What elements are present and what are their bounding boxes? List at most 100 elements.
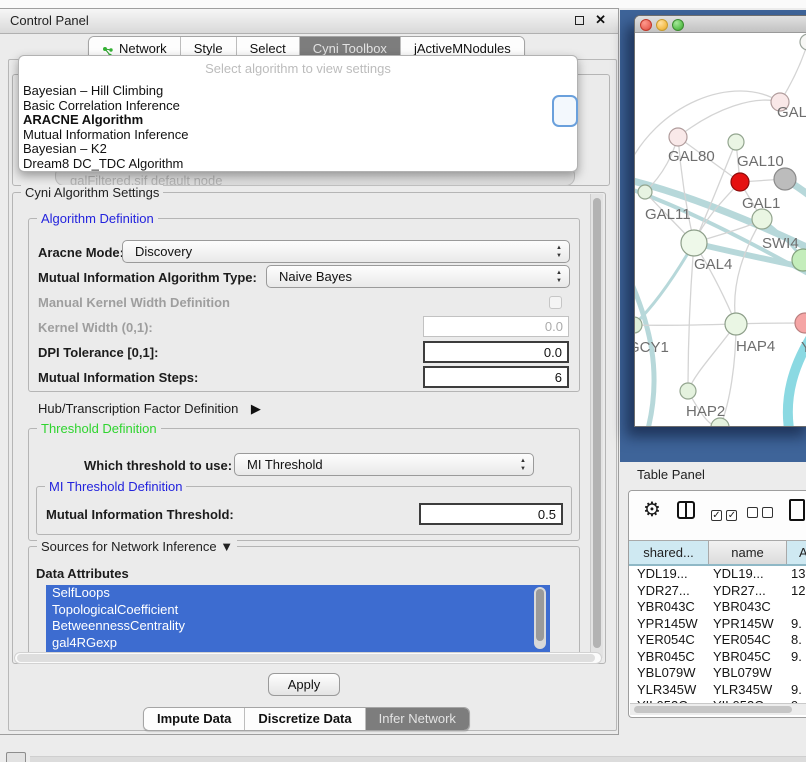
mi-threshold-group-title: MI Threshold Definition xyxy=(45,479,186,494)
attribute-item[interactable]: BetweennessCentrality xyxy=(46,618,550,635)
split-columns-icon[interactable] xyxy=(677,501,695,519)
tab-impute-data[interactable]: Impute Data xyxy=(144,708,244,730)
network-node[interactable] xyxy=(731,173,749,191)
algorithm-option[interactable]: Dream8 DC_TDC Algorithm xyxy=(21,157,577,172)
attributes-scrollbar-thumb[interactable] xyxy=(536,589,544,641)
dpi-tolerance-field[interactable]: 0.0 xyxy=(423,341,569,363)
network-node[interactable] xyxy=(725,313,747,335)
table-cell: YDR27... xyxy=(637,583,690,598)
network-node[interactable] xyxy=(752,209,772,229)
network-edge[interactable] xyxy=(735,219,762,324)
float-icon[interactable] xyxy=(575,16,584,25)
settings-scrollbar-thumb[interactable] xyxy=(593,198,601,648)
table-hscrollbar-track[interactable] xyxy=(630,703,806,715)
attributes-scrollbar-track[interactable] xyxy=(534,587,546,649)
node-label: GAL1 xyxy=(742,195,780,212)
hub-tf-definition-toggle[interactable]: Hub/Transcription Factor Definition ▶ xyxy=(38,400,261,418)
gear-icon[interactable]: ⚙ xyxy=(643,500,661,520)
table-row[interactable]: YBR045CYBR045C9. xyxy=(629,649,806,666)
mi-type-combo[interactable]: Naive Bayes ▲▼ xyxy=(266,265,570,288)
network-node[interactable] xyxy=(638,185,652,199)
control-panel-titlebar[interactable]: Control Panel ✕ xyxy=(0,9,618,34)
zoom-traffic-light[interactable] xyxy=(672,19,684,31)
collapse-arrow-icon[interactable]: ▼ xyxy=(220,539,233,554)
settings-scrollbar-track[interactable] xyxy=(590,194,603,658)
algorithm-option[interactable]: Mutual Information Inference xyxy=(21,128,577,143)
function-builder-icon[interactable] xyxy=(789,499,805,521)
settings-hscrollbar-track[interactable] xyxy=(14,652,602,664)
deselect-all-columns-icon[interactable] xyxy=(747,505,773,523)
algorithm-definition-title: Algorithm Definition xyxy=(37,211,158,226)
aracne-mode-label: Aracne Mode: xyxy=(38,245,124,260)
threshold-definition-title: Threshold Definition xyxy=(37,421,161,436)
network-edge[interactable] xyxy=(688,324,736,391)
attribute-item[interactable]: TopologicalCoefficient xyxy=(46,602,550,619)
minimize-traffic-light[interactable] xyxy=(656,19,668,31)
table-row[interactable]: YLR345WYLR345W9. xyxy=(629,682,806,699)
mi-type-value: Naive Bayes xyxy=(279,269,352,284)
network-node[interactable] xyxy=(795,313,806,333)
close-icon[interactable]: ✕ xyxy=(595,12,606,28)
table-hscrollbar-thumb[interactable] xyxy=(634,706,792,713)
attribute-item[interactable]: SelfLoops xyxy=(46,585,550,602)
close-traffic-light[interactable] xyxy=(640,19,652,31)
data-attributes-list: SelfLoops TopologicalCoefficient Between… xyxy=(46,585,550,652)
which-threshold-combo[interactable]: MI Threshold ▲▼ xyxy=(234,453,534,476)
table-row[interactable]: YDL19...YDL19...13 xyxy=(629,566,806,583)
manual-kernel-checkbox[interactable] xyxy=(549,296,562,309)
algorithm-option[interactable]: Bayesian – Hill Climbing xyxy=(21,84,577,99)
settings-hscrollbar-thumb[interactable] xyxy=(17,654,595,662)
network-edge[interactable] xyxy=(678,100,780,137)
column-header-name[interactable]: name xyxy=(709,541,787,564)
attribute-item[interactable]: gal4RGexp xyxy=(46,635,550,652)
control-panel-title: Control Panel xyxy=(10,13,89,28)
apply-button[interactable]: Apply xyxy=(268,673,340,696)
screen: { "control_panel": { "title": "Control P… xyxy=(0,0,806,762)
table-cell: 12 xyxy=(791,583,805,598)
network-window-titlebar[interactable] xyxy=(635,16,806,33)
bottom-strip xyxy=(30,756,806,762)
sources-title[interactable]: Sources for Network Inference ▼ xyxy=(37,539,237,554)
expand-arrow-icon[interactable]: ▶ xyxy=(251,401,261,416)
aracne-mode-combo[interactable]: Discovery ▲▼ xyxy=(122,240,570,263)
network-node[interactable] xyxy=(669,128,687,146)
network-edge[interactable] xyxy=(780,42,806,102)
hub-tf-label: Hub/Transcription Factor Definition xyxy=(38,401,238,416)
table-row[interactable]: YBR043CYBR043C xyxy=(629,599,806,616)
network-node[interactable] xyxy=(728,134,744,150)
network-node[interactable] xyxy=(681,230,707,256)
table-cell: YDL19... xyxy=(713,566,764,581)
bottom-tabs: Impute Data Discretize Data Infer Networ… xyxy=(143,707,470,731)
mi-type-label: Mutual Information Algorithm Type: xyxy=(38,270,257,285)
network-node[interactable] xyxy=(800,34,806,50)
network-node[interactable] xyxy=(774,168,796,190)
table-cell: YBR045C xyxy=(713,649,771,664)
algorithm-option[interactable]: Basic Correlation Inference xyxy=(21,99,577,114)
kernel-width-field[interactable]: 0.0 xyxy=(423,316,569,337)
select-all-columns-icon[interactable]: ✓ ✓ xyxy=(711,505,737,523)
tab-infer-network[interactable]: Infer Network xyxy=(365,708,469,730)
mi-threshold-field[interactable]: 0.5 xyxy=(419,503,563,525)
table-panel-container: ⚙ ✓ ✓ shared... name A YDL19... YDL19... 1… xyxy=(628,490,806,718)
table-cell: YPR145W xyxy=(637,616,698,631)
tab-discretize-data[interactable]: Discretize Data xyxy=(244,708,364,730)
table-cell: 8. xyxy=(791,632,802,647)
column-header-shared-name[interactable]: shared... xyxy=(629,541,709,564)
network-canvas[interactable]: GALGAL80GAL10GAL11GAL1SWI4GAL4GCY1HAP4YH… xyxy=(635,33,806,427)
network-edge[interactable] xyxy=(635,324,736,325)
node-label: HAP2 xyxy=(686,403,725,420)
table-row[interactable]: YPR145WYPR145W9. xyxy=(629,616,806,633)
algorithm-option-selected[interactable]: ARACNE Algorithm xyxy=(21,113,577,128)
column-header-partial[interactable]: A xyxy=(787,541,806,564)
mi-steps-field[interactable]: 6 xyxy=(423,366,569,388)
table-row[interactable]: YER054CYER054C8. xyxy=(629,632,806,649)
table-row[interactable]: YBL079WYBL079W xyxy=(629,665,806,682)
table-row[interactable]: YDR27...YDR27...12 xyxy=(629,583,806,600)
algorithm-option[interactable]: Bayesian – K2 xyxy=(21,142,577,157)
minimized-panel-button[interactable] xyxy=(6,752,26,762)
kernel-width-label: Kernel Width (0,1): xyxy=(38,320,153,335)
data-attributes-label: Data Attributes xyxy=(36,566,129,581)
algorithm-combobox-placeholder[interactable]: Select algorithm to view settings xyxy=(19,56,577,84)
network-node[interactable] xyxy=(680,383,696,399)
table-cell: YDL19... xyxy=(637,566,688,581)
